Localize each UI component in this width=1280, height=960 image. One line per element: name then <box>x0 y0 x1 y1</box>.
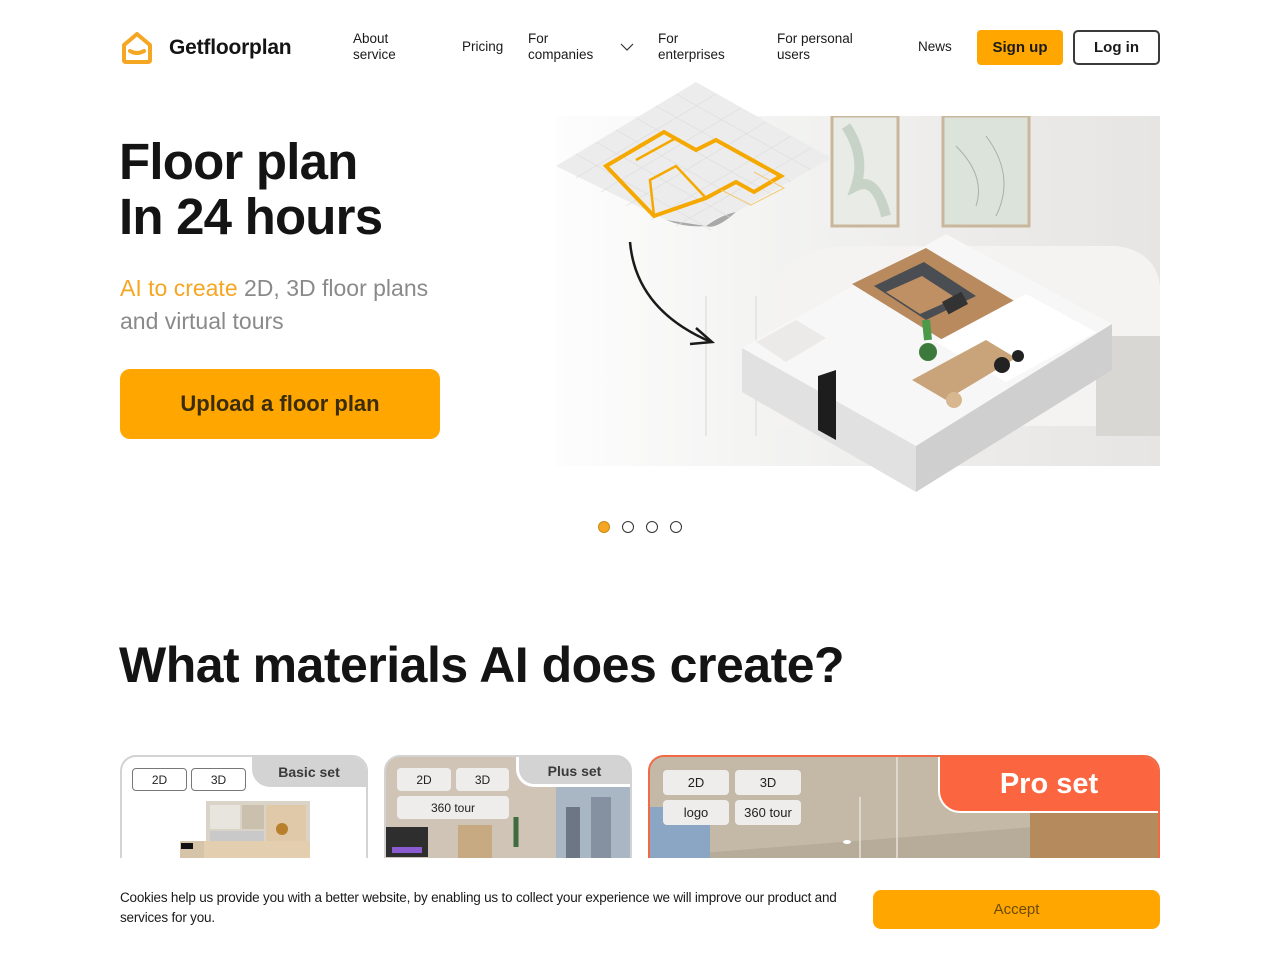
card-title: Pro set <box>938 757 1158 813</box>
chip-3d[interactable]: 3D <box>456 768 509 791</box>
log-in-button[interactable]: Log in <box>1073 30 1160 65</box>
hero-subtitle: AI to create 2D, 3D floor plans and virt… <box>120 272 460 338</box>
chip-3d[interactable]: 3D <box>735 770 801 795</box>
materials-section-title: What materials AI does create? <box>119 637 845 693</box>
nav-label: For <box>658 31 679 46</box>
upload-floor-plan-button[interactable]: Upload a floor plan <box>120 369 440 439</box>
nav-label: service <box>353 47 396 62</box>
nav-news[interactable]: News <box>918 39 952 55</box>
main-nav: About service Pricing For companies For … <box>120 28 1160 68</box>
nav-label: News <box>918 39 952 54</box>
3d-floor-plan-render <box>742 234 1112 492</box>
carousel-dot-3[interactable] <box>646 521 658 533</box>
hero-illustration <box>556 80 1160 495</box>
nav-label: Pricing <box>462 39 504 54</box>
nav-label: For personal <box>777 31 853 46</box>
accept-cookies-button[interactable]: Accept <box>873 890 1160 929</box>
nav-for-enterprises[interactable]: For enterprises <box>658 31 725 63</box>
hero-subtitle-text: and virtual tours <box>120 308 284 334</box>
chip-360-tour[interactable]: 360 tour <box>735 800 801 825</box>
cookie-text: Cookies help us provide you with a bette… <box>120 890 837 925</box>
hero-title: Floor plan In 24 hours <box>119 133 383 245</box>
carousel-dot-2[interactable] <box>622 521 634 533</box>
chip-360-tour[interactable]: 360 tour <box>397 796 509 819</box>
nav-label: For <box>528 31 549 46</box>
nav-about-service[interactable]: About service <box>353 31 396 63</box>
chip-logo[interactable]: logo <box>663 800 729 825</box>
cookie-banner: Cookies help us provide you with a bette… <box>0 858 1280 960</box>
carousel-dots <box>598 521 682 533</box>
chevron-down-icon[interactable] <box>620 40 634 54</box>
nav-label: enterprises <box>658 47 725 62</box>
carousel-dot-4[interactable] <box>670 521 682 533</box>
hero-title-line: In 24 hours <box>119 188 383 245</box>
hero-subtitle-text: 2D, 3D floor plans <box>237 275 429 301</box>
nav-label: users <box>777 47 811 62</box>
sign-up-button[interactable]: Sign up <box>977 30 1063 65</box>
nav-pricing[interactable]: Pricing <box>462 39 503 55</box>
chip-3d[interactable]: 3D <box>191 768 246 791</box>
hero-subtitle-accent: AI to create <box>120 275 238 301</box>
nav-for-companies[interactable]: For companies <box>528 31 593 63</box>
chip-2d[interactable]: 2D <box>397 768 451 791</box>
carousel-dot-1[interactable] <box>598 521 610 533</box>
nav-for-personal-users[interactable]: For personal users <box>777 31 853 63</box>
nav-label: About <box>353 31 389 46</box>
chip-2d[interactable]: 2D <box>132 768 187 791</box>
site-header: Getfloorplan About service Pricing For c… <box>120 28 1160 68</box>
chip-2d[interactable]: 2D <box>663 770 729 795</box>
card-title: Plus set <box>516 757 630 787</box>
hero-title-line: Floor plan <box>119 133 358 190</box>
card-title: Basic set <box>252 757 366 787</box>
nav-label: companies <box>528 47 594 62</box>
